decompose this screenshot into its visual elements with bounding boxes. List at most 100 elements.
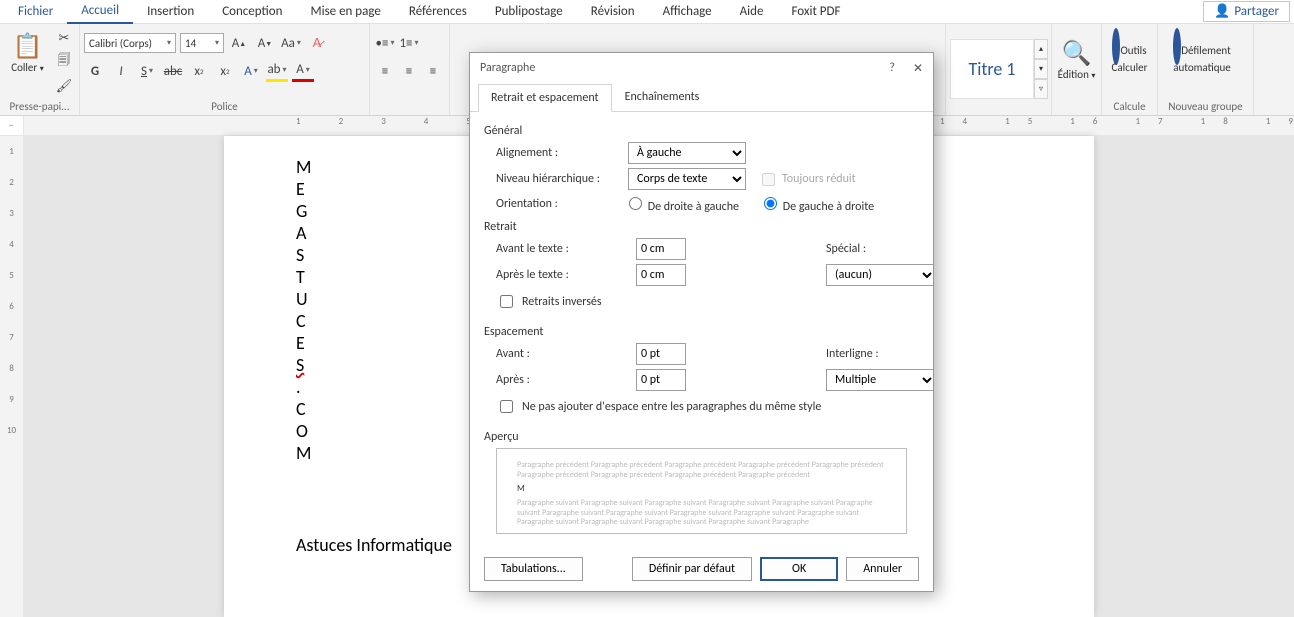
bold-button[interactable]: G [84, 60, 106, 82]
search-icon: 🔍 [1062, 39, 1092, 68]
numbering-icon[interactable]: 1≡ [398, 32, 420, 54]
indent-after-label: Après le texte : [496, 268, 626, 282]
rtl-radio[interactable] [629, 197, 642, 210]
special-select[interactable]: (aucun) [826, 264, 933, 286]
clear-format-icon[interactable]: A̷ [306, 32, 328, 54]
chevron-down-icon[interactable]: ▾ [1034, 59, 1048, 79]
align-right-icon[interactable]: ≡ [422, 60, 444, 82]
highlight-icon[interactable]: ab [266, 60, 288, 82]
always-collapsed-label: Toujours réduit [782, 172, 856, 186]
close-icon[interactable]: ✕ [913, 61, 923, 76]
tabulations-button[interactable]: Tabulations... [484, 557, 583, 581]
chevron-up-icon[interactable]: ▴ [1034, 39, 1048, 59]
format-painter-icon[interactable]: 🖌 [53, 75, 75, 97]
menu-help[interactable]: Aide [726, 0, 778, 23]
space-after-label: Après : [496, 373, 626, 387]
indent-after-input[interactable] [636, 264, 686, 286]
autoscroll-button[interactable]: Défilement automatique [1162, 32, 1242, 92]
shrink-font-icon[interactable]: A▼ [254, 32, 276, 54]
menu-home[interactable]: Accueil [67, 0, 133, 24]
share-button[interactable]: 👤 Partager [1203, 1, 1290, 22]
font-name-select[interactable]: Calibri (Corps) [84, 33, 176, 53]
mirror-indents-checkbox[interactable] [500, 295, 513, 308]
italic-button[interactable]: I [110, 60, 132, 82]
cancel-button[interactable]: Annuler [846, 557, 919, 581]
menu-layout[interactable]: Mise en page [296, 0, 394, 23]
menu-design[interactable]: Conception [208, 0, 296, 23]
group-paragraph: •≡ 1≡ ≡ ≡ ≡ [370, 24, 450, 115]
paragraph-dialog: Paragraphe ? ✕ Retrait et espacement Enc… [469, 52, 934, 592]
bullets-icon[interactable]: •≡ [374, 32, 396, 54]
section-preview: Aperçu [484, 430, 919, 444]
group-calc-label: Calcule [1106, 98, 1153, 115]
copy-icon[interactable]: 🗐 [53, 51, 75, 73]
space-before-input[interactable] [636, 343, 686, 365]
menu-view[interactable]: Affichage [649, 0, 726, 23]
underline-button[interactable]: S [136, 60, 158, 82]
menu-file[interactable]: Fichier [4, 0, 67, 23]
dialog-titlebar[interactable]: Paragraphe ? ✕ [470, 53, 933, 83]
autoscroll-label: Défilement automatique [1173, 44, 1231, 74]
paste-button[interactable]: 📋 Coller ▾ [4, 32, 51, 92]
tab-flow[interactable]: Enchaînements [612, 83, 713, 111]
group-clipboard: 📋 Coller ▾ ✂ 🗐 🖌 Presse-papi... [0, 24, 80, 115]
superscript-button[interactable]: x2 [214, 60, 236, 82]
font-size-select[interactable]: 14 [180, 33, 224, 53]
ltr-radio[interactable] [764, 197, 777, 210]
text-effects-icon[interactable]: A [240, 60, 262, 82]
font-color-icon[interactable]: A [292, 60, 314, 82]
preview-after: Paragraphe suivant Paragraphe suivant Pa… [517, 499, 886, 528]
alignment-select[interactable]: À gauche [628, 142, 746, 164]
align-center-icon[interactable]: ≡ [398, 60, 420, 82]
calc-button[interactable]: Outils Calculer [1106, 32, 1153, 92]
preview-box: Paragraphe précédent Paragraphe précéden… [496, 448, 907, 534]
clipboard-icon: 📋 [13, 32, 43, 61]
menu-insert[interactable]: Insertion [133, 0, 208, 23]
cut-icon[interactable]: ✂ [53, 27, 75, 49]
alignment-label: Alignement : [496, 146, 616, 160]
subscript-button[interactable]: x2 [188, 60, 210, 82]
no-space-same-style-label: Ne pas ajouter d'espace entre les paragr… [522, 400, 821, 414]
group-styles-label [950, 111, 1047, 115]
menu-review[interactable]: Révision [577, 0, 649, 23]
ok-button[interactable]: OK [760, 557, 838, 581]
line-spacing-label: Interligne : [826, 347, 933, 361]
vertical-ruler[interactable]: 12345678910 [0, 136, 24, 617]
group-font-label: Police [84, 98, 365, 115]
share-label: Partager [1234, 4, 1279, 19]
menu-mailmerge[interactable]: Publipostage [481, 0, 577, 23]
help-icon[interactable]: ? [889, 61, 895, 76]
rtl-label: De droite à gauche [648, 200, 739, 214]
dialog-title: Paragraphe [480, 61, 535, 75]
chevron-down-icon: ▾ [40, 64, 44, 74]
set-default-button[interactable]: Définir par défaut [632, 557, 752, 581]
grow-font-icon[interactable]: A▲ [228, 32, 250, 54]
always-collapsed-checkbox [762, 173, 775, 186]
editing-label: Édition [1058, 68, 1089, 81]
group-new-label: Nouveau groupe [1162, 98, 1249, 115]
style-sample: Titre 1 [968, 58, 1015, 80]
group-calc: Outils Calculer Calcule [1102, 24, 1158, 115]
align-left-icon[interactable]: ≡ [374, 60, 396, 82]
outline-level-label: Niveau hiérarchique : [496, 172, 616, 186]
style-gallery-spinner[interactable]: ▴ ▾ ▿ [1034, 39, 1048, 99]
indent-before-input[interactable] [636, 238, 686, 260]
editing-button[interactable]: 🔍 Édition ▾ [1056, 39, 1097, 99]
section-indent: Retrait [484, 220, 919, 234]
outline-level-select[interactable]: Corps de texte [628, 168, 746, 190]
style-item-titre1[interactable]: Titre 1 [950, 39, 1034, 99]
chevron-more-icon[interactable]: ▿ [1034, 79, 1048, 99]
strike-button[interactable]: abc [162, 60, 184, 82]
group-clipboard-label: Presse-papi... [4, 98, 75, 115]
menu-foxit[interactable]: Foxit PDF [777, 0, 854, 23]
paste-label: Coller [11, 61, 37, 74]
tab-indent-spacing[interactable]: Retrait et espacement [478, 84, 612, 112]
no-space-same-style-checkbox[interactable] [500, 400, 513, 413]
share-icon: 👤 [1214, 4, 1230, 19]
menu-references[interactable]: Références [395, 0, 481, 23]
change-case-icon[interactable]: Aa [280, 32, 302, 54]
space-after-input[interactable] [636, 369, 686, 391]
line-spacing-select[interactable]: Multiple [826, 369, 933, 391]
indent-before-label: Avant le texte : [496, 242, 626, 256]
group-new: Défilement automatique Nouveau groupe [1158, 24, 1254, 115]
